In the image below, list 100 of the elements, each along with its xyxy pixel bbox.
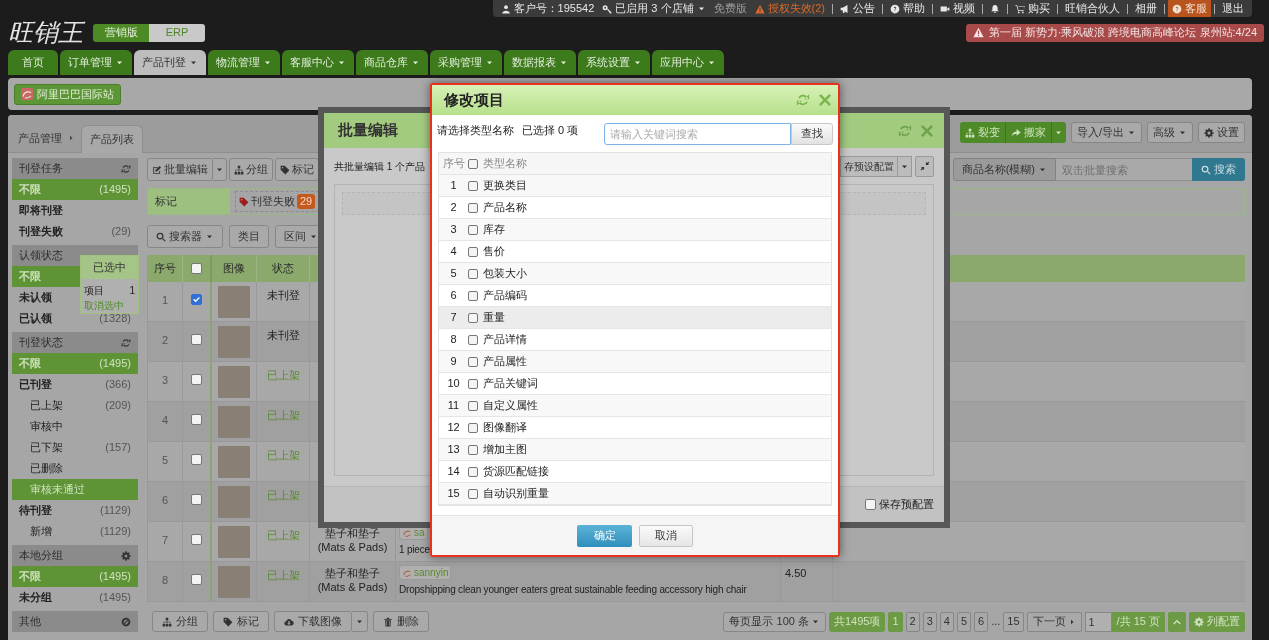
edition-toggle[interactable]: 营销版 <box>93 23 149 42</box>
sidebar-item[interactable]: 未分组 (1495) <box>12 587 138 608</box>
nav-tab[interactable]: 产品刊登 <box>134 50 206 75</box>
toolbar-button[interactable]: 分组 <box>229 158 273 181</box>
sidebar-section-header[interactable]: 本地分组 <box>12 545 138 566</box>
item-row[interactable]: 15 自动识别重量 <box>439 483 831 505</box>
toolbar-button[interactable]: 下载图像 <box>274 611 352 632</box>
sidebar-item[interactable]: 即将刊登 <box>12 200 138 221</box>
item-row[interactable]: 9 产品属性 <box>439 351 831 373</box>
checkbox[interactable] <box>468 268 478 279</box>
toolbar-button[interactable]: 标记 <box>275 158 319 181</box>
nav-tab[interactable]: 商品仓库 <box>356 50 428 75</box>
confirm-button[interactable]: 确定 <box>577 524 632 547</box>
item-row[interactable]: 1 更换类目 <box>439 175 831 197</box>
dropdown-toggle[interactable] <box>352 611 368 632</box>
page-button[interactable]: 5 <box>956 611 972 632</box>
checkbox[interactable] <box>191 494 202 505</box>
cancel-button[interactable]: 取消 <box>639 524 693 547</box>
toolbar-button[interactable]: 搬家 <box>1005 122 1052 143</box>
checkbox[interactable] <box>191 414 202 425</box>
checkbox[interactable] <box>468 444 478 455</box>
checkbox[interactable] <box>468 488 478 499</box>
top-bar-link[interactable]: 免费版 <box>709 0 751 17</box>
sidebar-item[interactable]: 待刊登 (1129) <box>12 500 138 521</box>
sidebar-item[interactable]: 已上架 (209) <box>12 395 138 416</box>
checkbox[interactable] <box>468 466 478 477</box>
checkbox[interactable] <box>191 374 202 385</box>
nav-tab[interactable]: 应用中心 <box>652 50 724 75</box>
toolbar-button[interactable]: 分组 <box>152 611 208 632</box>
top-bar-link[interactable]: 退出 <box>1218 0 1248 17</box>
checkbox[interactable] <box>468 158 478 169</box>
sidebar-item[interactable]: 已删除 <box>12 458 138 479</box>
breadcrumb-tab[interactable]: 产品列表 <box>81 125 143 153</box>
checkbox[interactable] <box>468 334 478 345</box>
announcement-banner[interactable]: 第一届 新势力·乘风破浪 跨境电商高峰论坛 泉州站:4/24 <box>965 23 1264 42</box>
toolbar-button[interactable]: 标记 <box>213 611 269 632</box>
checkbox[interactable] <box>468 180 478 191</box>
filter-button[interactable]: 搜索器 <box>147 225 223 248</box>
toolbar-button[interactable]: 设置 <box>1198 122 1245 143</box>
top-bar-link[interactable]: 相册 <box>1131 0 1161 17</box>
checkbox[interactable] <box>191 574 202 585</box>
search-field-selector[interactable]: 商品名称(模糊) <box>952 158 1056 181</box>
nav-tab[interactable]: 系统设置 <box>578 50 650 75</box>
checkbox[interactable] <box>468 356 478 367</box>
checkbox[interactable] <box>191 534 202 545</box>
nav-tab[interactable]: 订单管理 <box>60 50 132 75</box>
sidebar-item[interactable]: 已刊登 (366) <box>12 374 138 395</box>
checkbox[interactable] <box>468 422 478 433</box>
checkbox[interactable] <box>468 312 478 323</box>
sidebar-section-header[interactable]: 其他 <box>12 611 138 632</box>
top-bar-link[interactable]: 已启用 3 个店铺 <box>598 0 710 17</box>
checkbox[interactable] <box>191 263 202 274</box>
top-bar-link[interactable]: 授权失效(2) <box>750 0 829 17</box>
settings-icon[interactable] <box>121 550 131 561</box>
toolbar-button[interactable]: 删除 <box>373 611 429 632</box>
checkbox[interactable] <box>468 224 478 235</box>
top-bar-link[interactable]: 公告 <box>836 0 879 17</box>
top-bar-link[interactable]: 旺销合伙人 <box>1061 0 1124 17</box>
dropdown-toggle[interactable] <box>213 158 227 181</box>
item-row[interactable]: 5 包装大小 <box>439 263 831 285</box>
refresh-icon[interactable] <box>121 337 131 348</box>
compress-button[interactable] <box>915 155 934 177</box>
checkbox[interactable] <box>191 454 202 465</box>
page-button[interactable]: 6 <box>974 611 989 632</box>
checkbox[interactable] <box>468 202 478 213</box>
toolbar-button[interactable]: 导入/导出 <box>1070 122 1142 143</box>
ban-icon[interactable] <box>121 616 131 627</box>
checkbox[interactable] <box>468 246 478 257</box>
find-button[interactable]: 查找 <box>791 122 833 145</box>
nav-tab[interactable]: 客服中心 <box>282 50 354 75</box>
top-bar-link[interactable]: 客户号：195542 <box>496 0 599 17</box>
page-input[interactable]: 1 <box>1084 611 1112 632</box>
checkbox[interactable] <box>468 290 478 301</box>
nav-tab[interactable]: 物流管理 <box>208 50 280 75</box>
item-row[interactable]: 11 自定义属性 <box>439 395 831 417</box>
refresh-icon[interactable] <box>121 163 131 174</box>
store-button[interactable]: 阿里巴巴国际站 <box>14 83 121 105</box>
page-button[interactable]: 2 <box>905 611 920 632</box>
checkbox[interactable] <box>468 400 478 411</box>
toolbar-button[interactable]: 高级 <box>1147 122 1193 143</box>
nav-tab[interactable]: 首页 <box>8 50 58 75</box>
filter-button[interactable]: 类目 <box>229 225 269 248</box>
checkbox[interactable] <box>468 378 478 389</box>
page-button[interactable]: 3 <box>922 611 937 632</box>
sidebar-section-header[interactable]: 刊登状态 <box>12 332 138 353</box>
sidebar-section-header[interactable]: 刊登任务 <box>12 158 138 179</box>
item-row[interactable]: 7 重量 <box>439 307 831 329</box>
sidebar-item[interactable]: 新增 (1129) <box>12 521 138 542</box>
save-preset-option[interactable]: 保存预配置 <box>865 496 934 513</box>
dropdown-toggle[interactable] <box>898 155 912 177</box>
sidebar-item[interactable]: 已下架 (157) <box>12 437 138 458</box>
top-bar-link[interactable]: 购买 <box>1011 0 1054 17</box>
breadcrumb-link[interactable]: 产品管理 <box>18 124 75 152</box>
top-bar-link[interactable]: 视频 <box>936 0 979 17</box>
page-button[interactable]: 15 <box>1003 611 1024 632</box>
sidebar-item[interactable]: 审核中 <box>12 416 138 437</box>
preset-button[interactable]: 存预设配置 <box>840 155 898 177</box>
keyword-search-input[interactable]: 请输入关键词搜索 <box>604 122 791 145</box>
checkbox[interactable] <box>191 334 202 345</box>
nav-tab[interactable]: 采购管理 <box>430 50 502 75</box>
